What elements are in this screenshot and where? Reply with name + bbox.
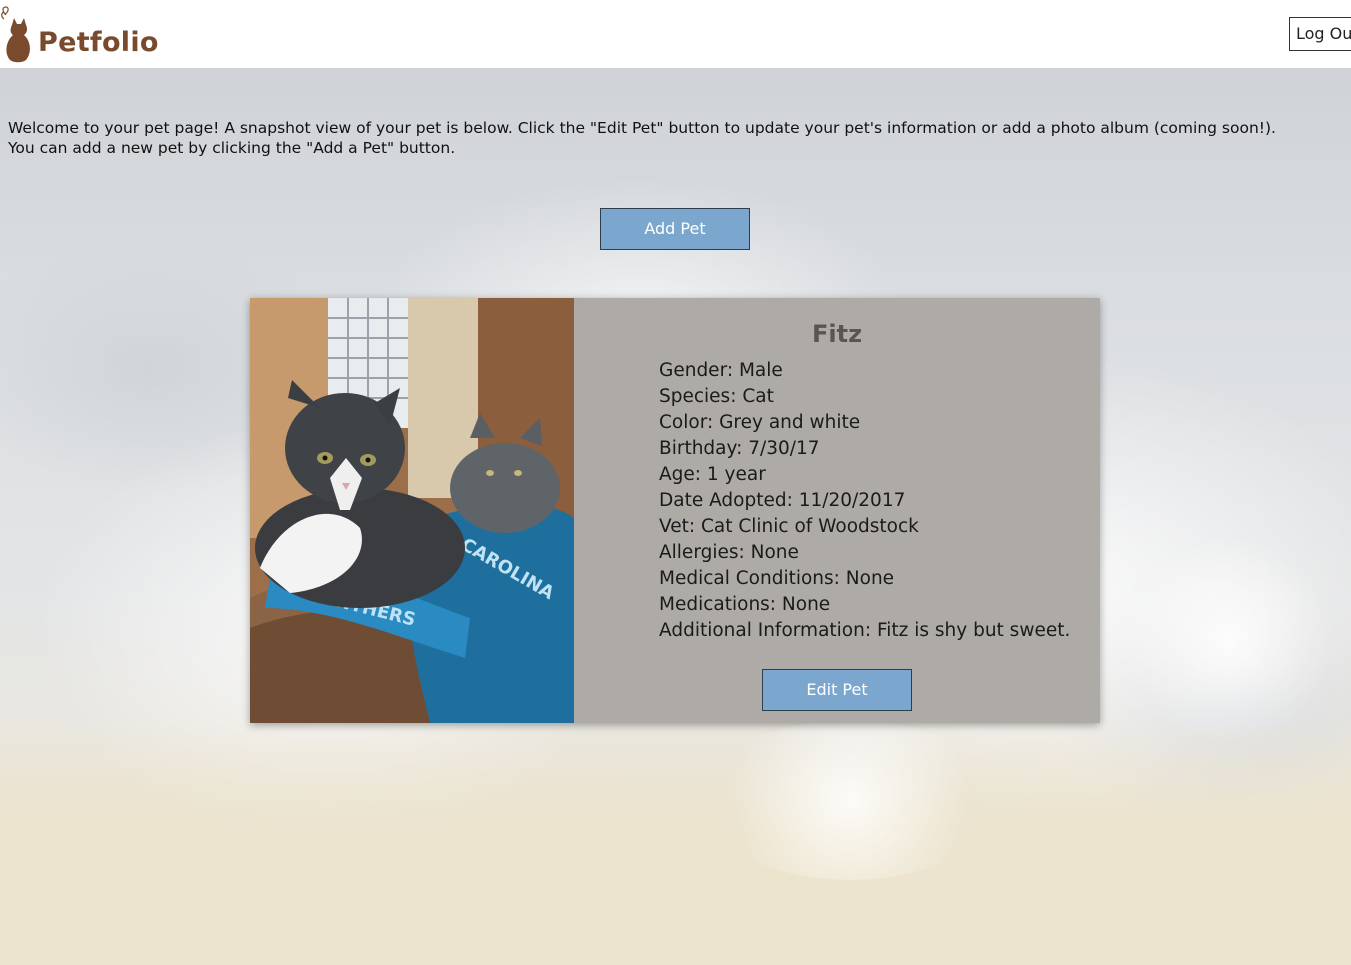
edit-pet-button[interactable]: Edit Pet	[762, 669, 912, 711]
welcome-text: Welcome to your pet page! A snapshot vie…	[8, 118, 1338, 158]
pet-birthday: Birthday: 7/30/17	[659, 438, 820, 459]
pet-vet: Vet: Cat Clinic of Woodstock	[659, 516, 919, 537]
top-navbar: Petfolio Log Out	[0, 0, 1351, 68]
welcome-line-1: Welcome to your pet page! A snapshot vie…	[8, 119, 1276, 137]
background-paw	[1120, 540, 1340, 740]
pet-details: Gender: Male Species: Cat Color: Grey an…	[659, 358, 1089, 644]
petfolio-logo[interactable]: Petfolio	[0, 4, 180, 64]
pet-medications: Medications: None	[659, 594, 831, 615]
cat-logo-icon	[1, 6, 30, 63]
background-floor	[0, 720, 1351, 965]
pet-photo-illustration: PANTHERS CAROLINA	[250, 298, 574, 723]
pet-additional-info: Additional Information: Fitz is shy but …	[659, 620, 1071, 641]
pet-name: Fitz	[811, 320, 863, 348]
logo-text: Petfolio	[38, 26, 159, 58]
add-pet-button[interactable]: Add Pet	[600, 208, 750, 250]
pet-date-adopted: Date Adopted: 11/20/2017	[659, 490, 906, 511]
pet-gender: Gender: Male	[659, 360, 783, 381]
pet-species: Species: Cat	[659, 386, 774, 407]
pet-allergies: Allergies: None	[659, 542, 799, 563]
pet-medical-conditions: Medical Conditions: None	[659, 568, 895, 589]
welcome-line-2: You can add a new pet by clicking the "A…	[8, 139, 456, 157]
pet-color: Color: Grey and white	[659, 412, 861, 433]
logout-button[interactable]: Log Out	[1289, 17, 1351, 51]
pet-age: Age: 1 year	[659, 464, 766, 485]
pet-photo: PANTHERS CAROLINA	[250, 298, 574, 723]
background-paw	[700, 720, 1000, 880]
